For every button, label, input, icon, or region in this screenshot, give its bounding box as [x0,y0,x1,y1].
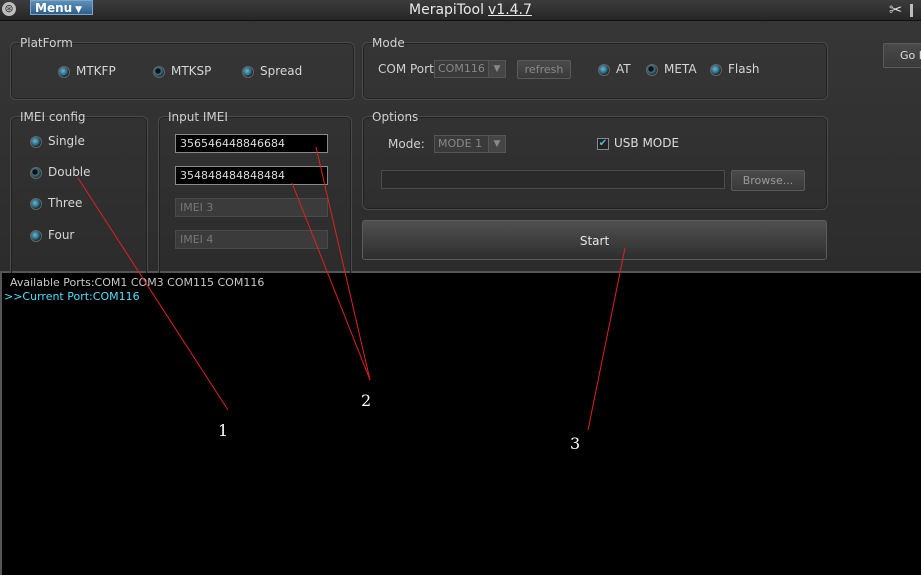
imei-config-label: IMEI config [20,110,86,124]
chevron-down-icon: ▼ [75,5,83,15]
platform-label: PlatForm [20,36,73,50]
radio-dot-icon [30,229,42,242]
app-icon[interactable]: ⊛ [2,2,16,16]
window-title: MerapiTool v1.4.7 [409,2,532,18]
start-button[interactable]: Start [362,220,827,260]
app-name: MerapiTool [409,2,484,18]
refresh-button[interactable]: refresh [517,60,571,79]
usb-mode-label: USB MODE [614,136,680,150]
radio-double[interactable]: Double [30,165,91,179]
options-mode-select[interactable]: MODE 1 ▼ [434,135,506,153]
annotation-number-1: 1 [218,421,229,440]
radio-flash[interactable]: Flash [710,62,759,76]
radio-spread[interactable]: Spread [242,64,302,78]
radio-label: Four [48,228,75,242]
imei-2-field[interactable]: 354848484848484 [175,166,328,185]
radio-dot-icon [58,65,70,78]
log-line-current-port: >>Current Port:COM116 [4,290,140,303]
log-console [0,273,921,575]
radio-label: MTKSP [171,64,212,78]
radio-dot-icon [30,135,42,148]
options-mode-value: MODE 1 [438,137,483,150]
window-edge [910,4,913,17]
mode-label: Mode [372,36,405,50]
checkmark-icon: ✔ [597,137,609,150]
options-label: Options [372,110,419,124]
imei-3-field[interactable]: IMEI 3 [175,198,328,217]
control-panel: PlatForm MTKFP MTKSP Spread Mode COM Por… [0,21,921,283]
radio-dot-icon [710,63,722,76]
radio-dot-selected-icon [30,166,42,179]
radio-label: Flash [728,62,760,76]
log-line-ports: Available Ports:COM1 COM3 COM115 COM116 [10,276,265,289]
chevron-down-icon: ▼ [488,61,505,77]
annotation-number-2: 2 [361,391,372,410]
radio-dot-icon [598,63,610,76]
imei-1-field[interactable]: 356546448846684 [175,134,328,153]
console-border [0,273,2,575]
radio-dot-icon [242,65,254,78]
radio-label: Three [48,196,83,210]
title-bar: ⊛ Menu ▼ MerapiTool v1.4.7 ✂ [0,0,921,21]
close-icon[interactable]: ✂ [889,0,902,19]
version-link[interactable]: v1.4.7 [488,2,532,18]
radio-label: Spread [260,64,303,78]
annotation-number-3: 3 [570,434,581,453]
com-port-value: COM116 [438,62,485,75]
radio-meta[interactable]: META [646,62,697,76]
radio-label: Double [48,165,91,179]
chevron-down-icon: ▼ [488,136,505,152]
usb-mode-checkbox[interactable]: ✔ USB MODE [597,136,679,150]
go-button[interactable]: Go B [883,43,921,68]
com-port-select[interactable]: COM116 ▼ [434,60,506,78]
radio-dot-selected-icon [153,65,165,78]
options-group [362,116,828,210]
radio-at[interactable]: AT [598,62,631,76]
options-mode-label: Mode: [388,137,425,151]
radio-dot-selected-icon [646,63,658,76]
menu-button[interactable]: Menu ▼ [30,0,93,15]
radio-three[interactable]: Three [30,196,82,210]
browse-button[interactable]: Browse... [731,170,805,191]
radio-label: META [664,62,697,76]
input-imei-label: Input IMEI [168,110,228,124]
radio-label: MTKFP [76,64,116,78]
file-path-field[interactable] [381,170,725,189]
radio-mtksp[interactable]: MTKSP [153,64,211,78]
radio-four[interactable]: Four [30,228,74,242]
com-port-label: COM Port: [378,62,438,76]
menu-label: Menu [35,1,73,15]
imei-4-field[interactable]: IMEI 4 [175,230,328,249]
radio-mtkfp[interactable]: MTKFP [58,64,116,78]
radio-dot-icon [30,197,42,210]
radio-label: Single [48,134,85,148]
radio-single[interactable]: Single [30,134,85,148]
radio-label: AT [616,62,631,76]
